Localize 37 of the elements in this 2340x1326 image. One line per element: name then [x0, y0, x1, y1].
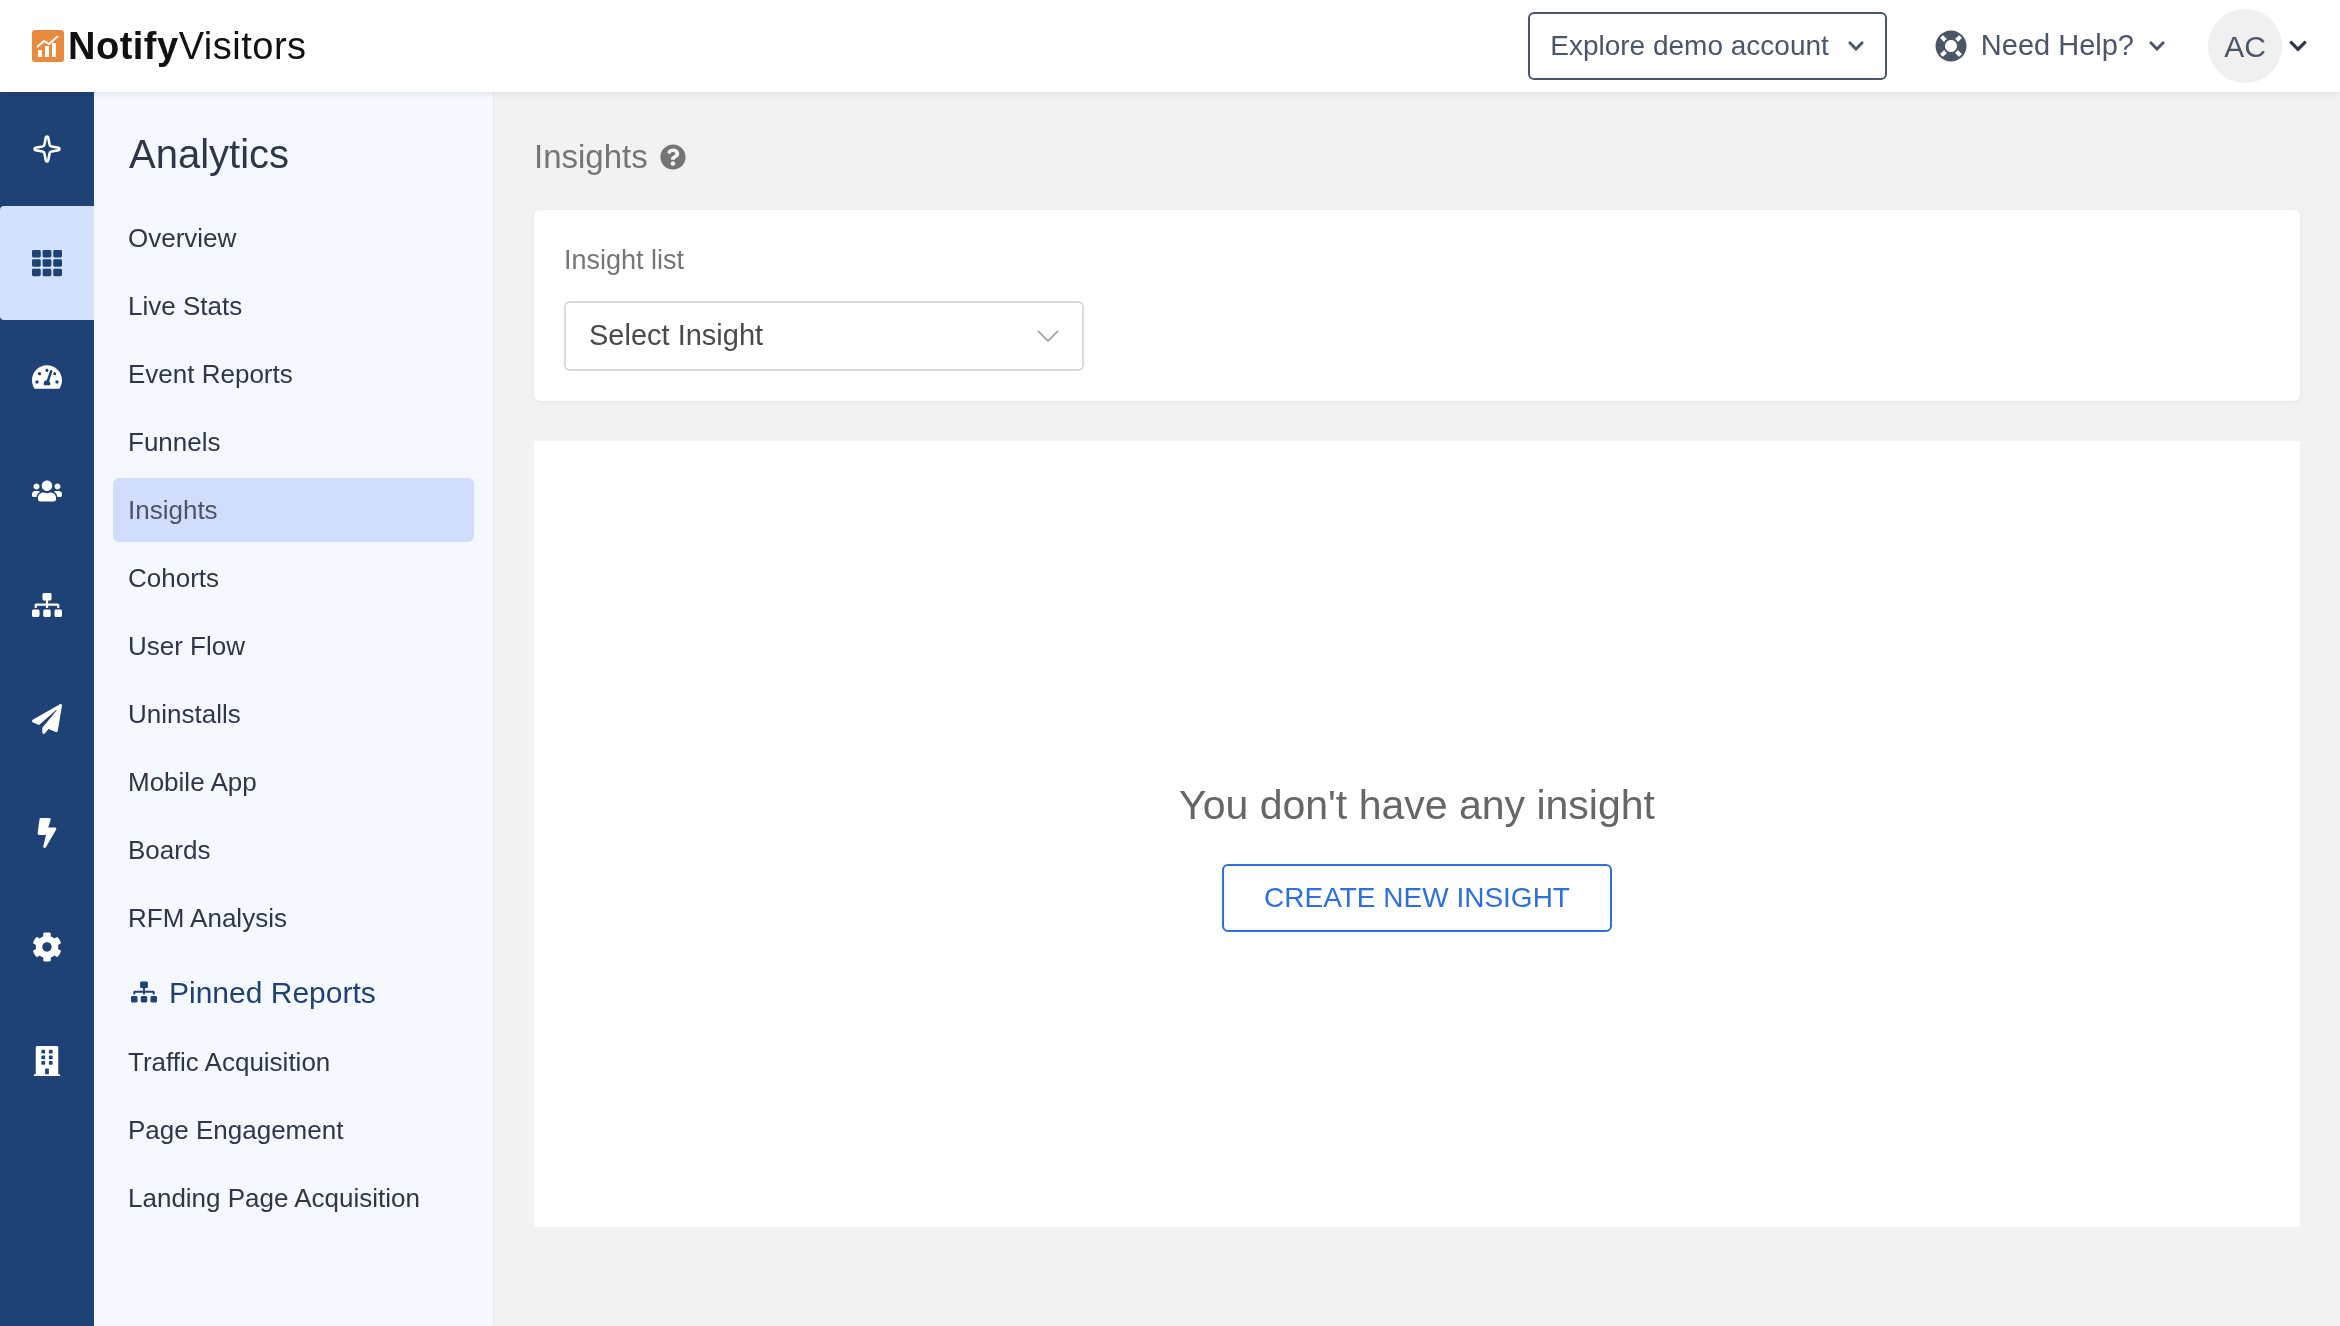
gauge-icon	[32, 362, 62, 392]
sidebar-item[interactable]: RFM Analysis	[113, 886, 474, 950]
empty-message: You don't have any insight	[1179, 780, 1655, 830]
page-title: Insights	[534, 137, 648, 178]
logo-icon	[32, 30, 64, 62]
logo-text: NotifyVisitors	[68, 23, 307, 69]
sidebar-item[interactable]: Live Stats	[113, 274, 474, 338]
sidebar-item[interactable]: Traffic Acquisition	[113, 1030, 474, 1094]
sidebar-item[interactable]: Event Reports	[113, 342, 474, 406]
avatar[interactable]: AC	[2208, 9, 2282, 83]
sitemap-icon	[32, 590, 62, 620]
sidebar-item[interactable]: Uninstalls	[113, 682, 474, 746]
help-menu[interactable]: Need Help?	[1934, 24, 2166, 68]
sidebar-item[interactable]: Mobile App	[113, 750, 474, 814]
sidebar-item[interactable]: User Flow	[113, 614, 474, 678]
sidebar-item[interactable]: Insights	[113, 478, 474, 542]
sparkle-icon	[32, 134, 62, 164]
explore-demo-button[interactable]: Explore demo account	[1528, 12, 1887, 80]
create-insight-button[interactable]: CREATE NEW INSIGHT	[1222, 864, 1612, 933]
sidebar-item[interactable]: Overview	[113, 206, 474, 270]
settings-icon	[32, 932, 62, 962]
help-icon[interactable]	[659, 144, 686, 170]
sidebar-item[interactable]: Page Engagement	[113, 1098, 474, 1162]
chevron-down-icon	[1037, 329, 1059, 342]
paper-plane-icon	[32, 704, 62, 734]
building-icon	[32, 1046, 62, 1076]
insight-select[interactable]: Select Insight	[564, 300, 1084, 371]
sidebar-item[interactable]: Funnels	[113, 410, 474, 474]
sidebar-item[interactable]: Boards	[113, 818, 474, 882]
sidebar-title: Analytics	[128, 131, 291, 178]
sitemap-icon	[131, 979, 157, 1005]
field-label: Insight list	[564, 244, 686, 277]
sidebar-item[interactable]: Landing Page Acquisition	[113, 1166, 474, 1230]
grid-icon	[32, 248, 62, 278]
sidebar-item[interactable]: Cohorts	[113, 546, 474, 610]
lifebuoy-icon	[1934, 30, 1967, 62]
pinned-reports-heading: Pinned Reports	[169, 974, 376, 1011]
